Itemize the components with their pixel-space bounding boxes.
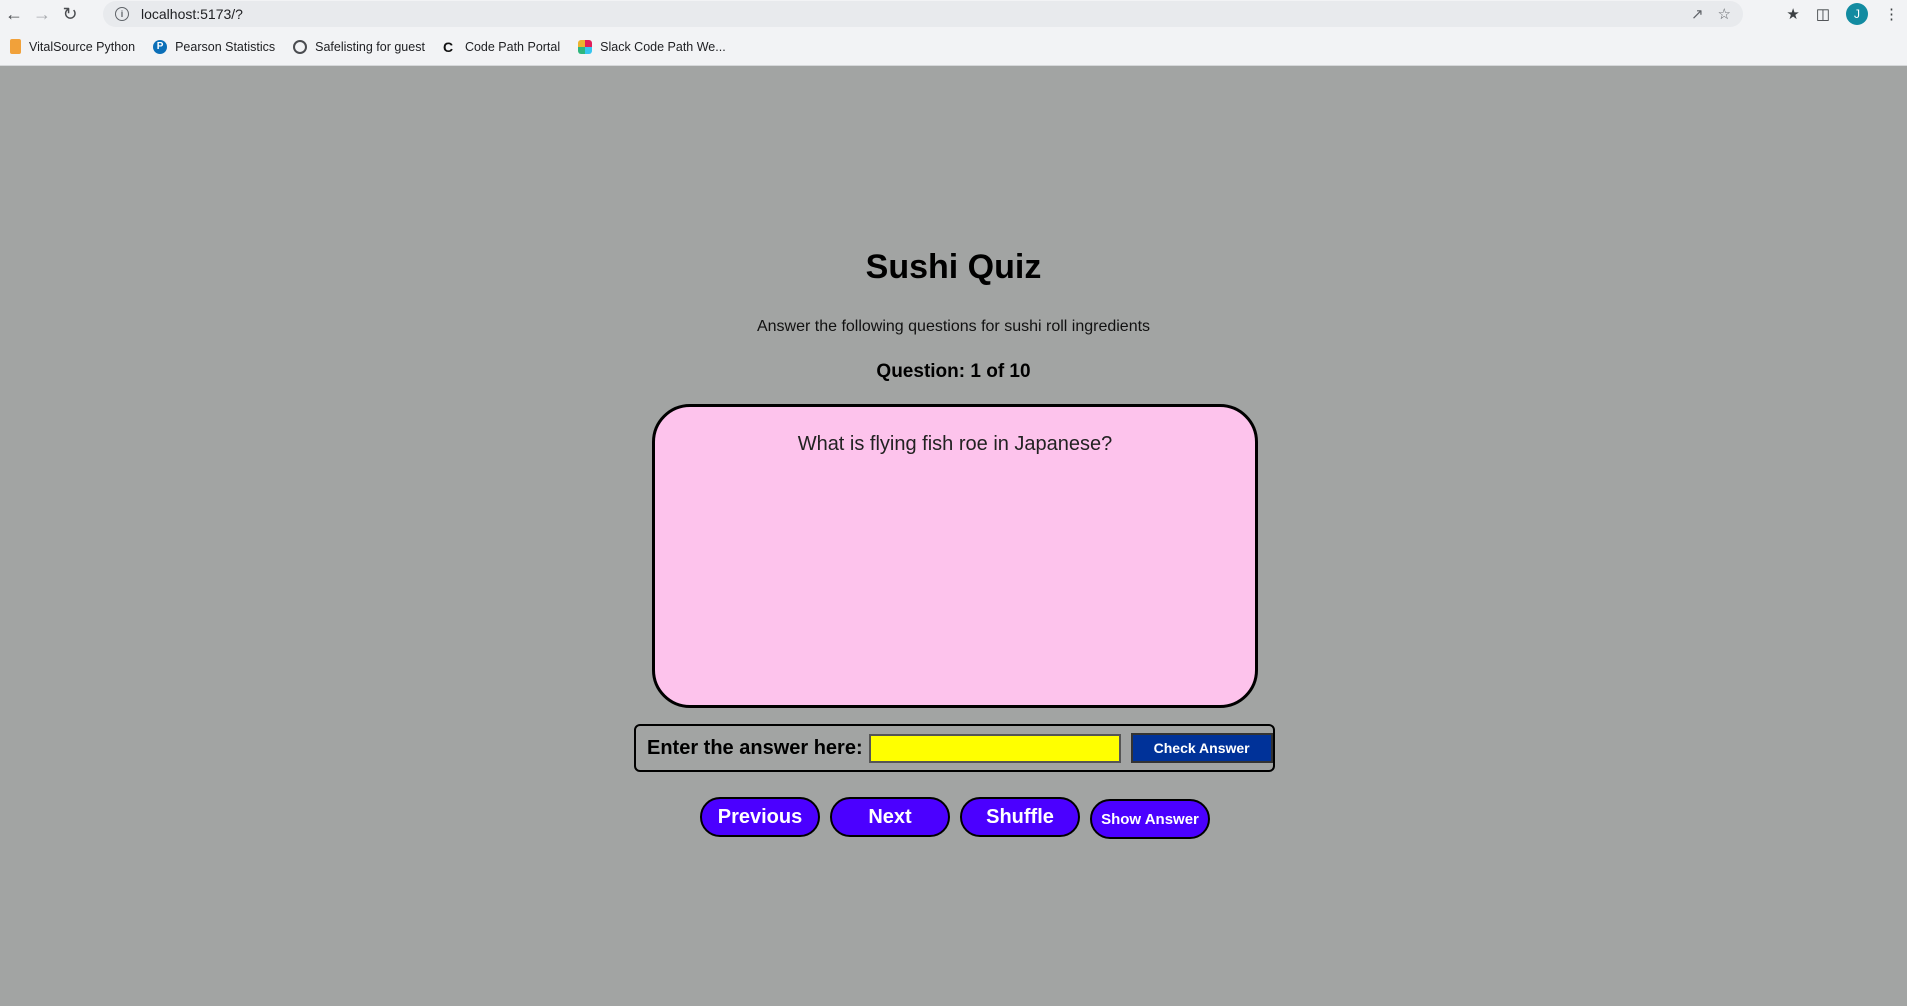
site-info-icon[interactable]: i <box>115 7 129 21</box>
star-icon[interactable]: ☆ <box>1718 5 1731 23</box>
globe-icon <box>293 39 308 54</box>
extensions-icon[interactable]: ★ <box>1786 5 1799 23</box>
bookmark-pearson[interactable]: P Pearson Statistics <box>153 39 276 54</box>
flashcard[interactable]: What is flying fish roe in Japanese? <box>652 404 1258 708</box>
answer-label: Enter the answer here: <box>647 736 863 759</box>
show-answer-button[interactable]: Show Answer <box>1090 799 1210 839</box>
pearson-icon: P <box>153 39 168 54</box>
next-button[interactable]: Next <box>830 797 950 837</box>
side-panel-icon[interactable]: ◫ <box>1816 5 1830 23</box>
card-navigation: Previous Next Shuffle Show Answer <box>700 797 1210 839</box>
share-icon[interactable]: ↗ <box>1691 5 1704 23</box>
page-subtitle: Answer the following questions for sushi… <box>756 318 1151 335</box>
reload-icon[interactable]: ↻ <box>56 0 84 28</box>
bookmarks-bar: VitalSource Python P Pearson Statistics … <box>0 28 1907 66</box>
vitalsource-icon <box>10 39 21 54</box>
bookmark-vitalsource[interactable]: VitalSource Python <box>10 39 135 54</box>
url-text[interactable]: localhost:5173/? <box>141 6 243 22</box>
bookmark-codepath[interactable]: C Code Path Portal <box>443 40 560 54</box>
menu-icon[interactable]: ⋮ <box>1884 5 1899 23</box>
back-icon[interactable]: ← <box>0 0 28 28</box>
browser-toolbar: ← → ↻ i localhost:5173/? ↗ ☆ ★ ◫ J ⋮ <box>0 0 1907 28</box>
shuffle-button[interactable]: Shuffle <box>960 797 1080 837</box>
bookmark-label: VitalSource Python <box>29 39 136 54</box>
check-answer-button[interactable]: Check Answer <box>1130 733 1273 763</box>
question-counter: Question: 1 of 10 <box>876 361 1031 382</box>
bookmark-label: Safelisting for guest <box>315 39 425 54</box>
slack-icon <box>578 39 593 54</box>
answer-form: Enter the answer here: Check Answer <box>634 724 1275 772</box>
bookmark-label: Code Path Portal <box>464 39 561 54</box>
codepath-icon: C <box>442 38 454 55</box>
bookmark-slack[interactable]: Slack Code Path We... <box>578 39 726 54</box>
avatar[interactable]: J <box>1846 3 1868 25</box>
bookmark-label: Pearson Statistics <box>175 39 276 54</box>
previous-button[interactable]: Previous <box>700 797 820 837</box>
answer-input[interactable] <box>868 733 1121 763</box>
forward-icon[interactable]: → <box>28 0 56 28</box>
page-title: Sushi Quiz <box>865 248 1042 286</box>
address-bar[interactable]: i localhost:5173/? ↗ ☆ <box>103 1 1743 27</box>
question-text: What is flying fish roe in Japanese? <box>797 433 1113 455</box>
bookmark-safelisting[interactable]: Safelisting for guest <box>293 39 425 54</box>
bookmark-label: Slack Code Path We... <box>600 39 726 54</box>
